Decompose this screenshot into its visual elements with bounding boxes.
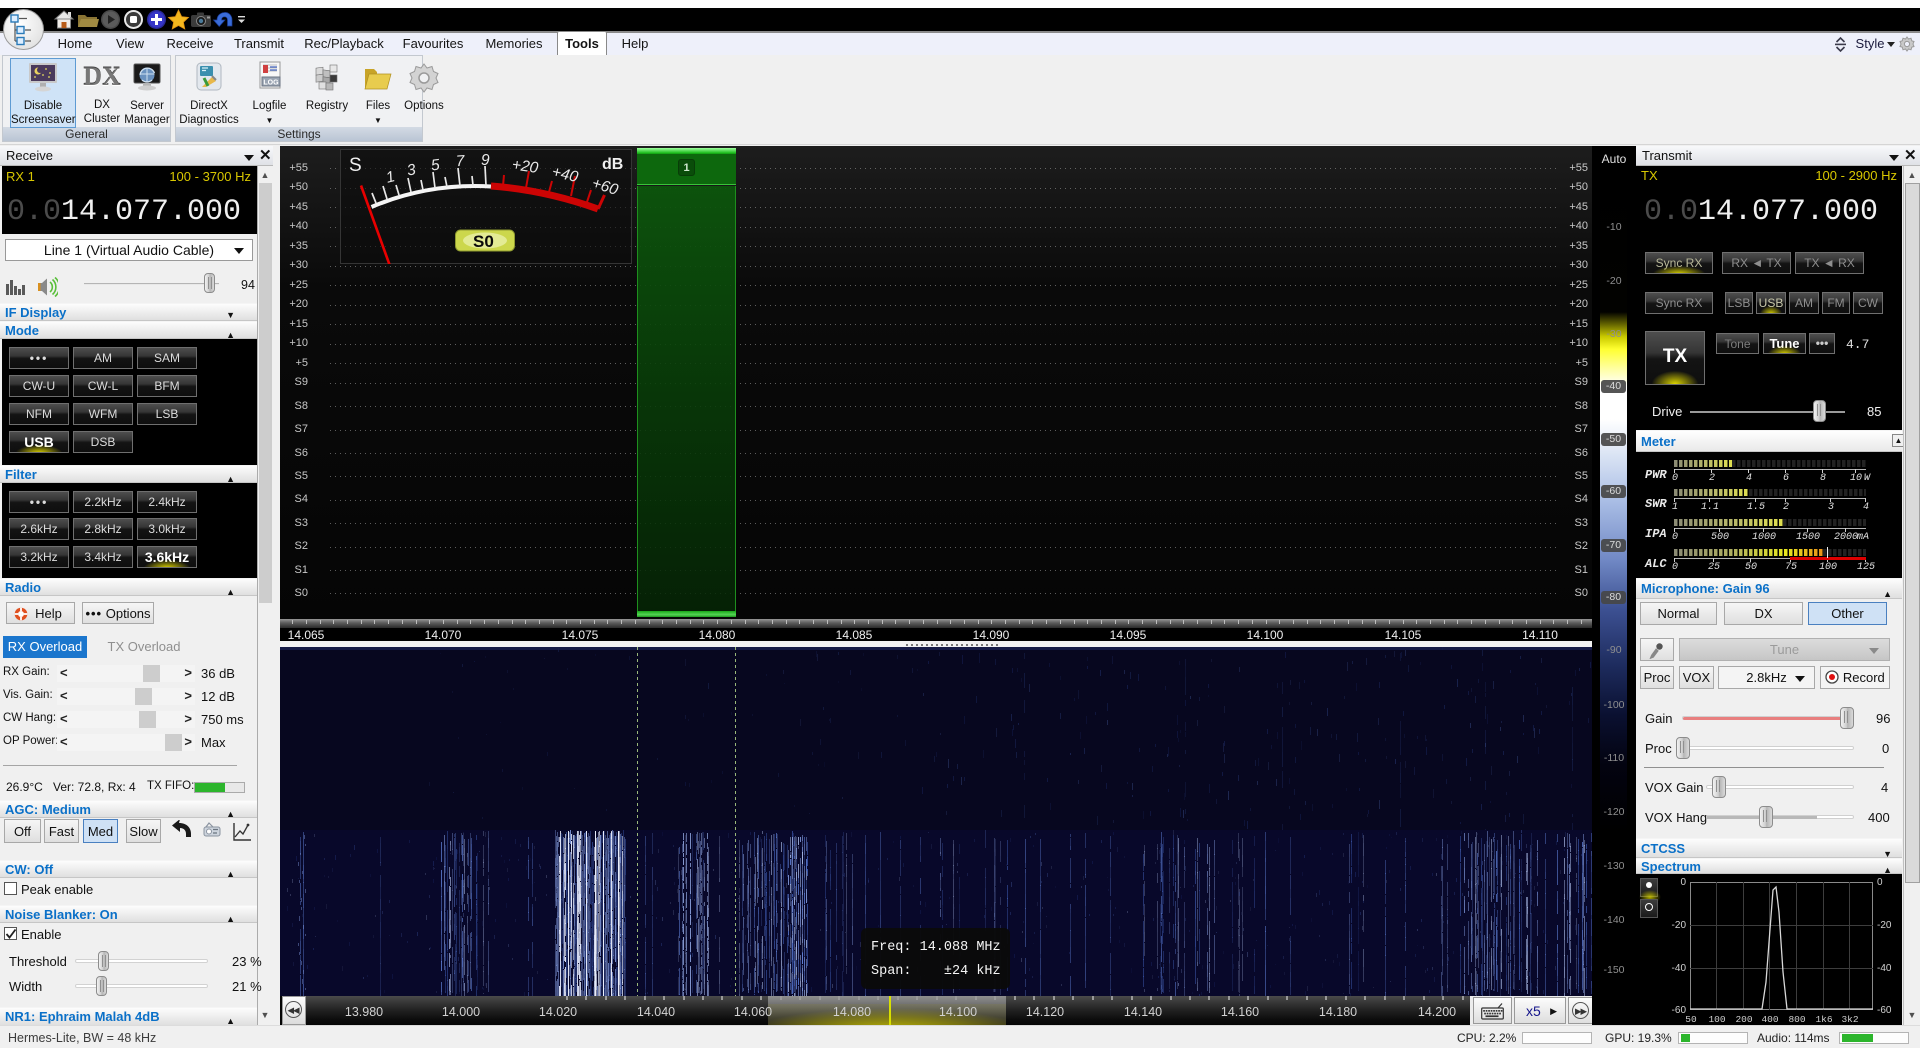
svg-text:S0: S0 <box>473 232 494 251</box>
svg-text:9: 9 <box>481 152 490 169</box>
svg-text:dB: dB <box>602 156 623 173</box>
svg-text:LOG: LOG <box>263 80 279 87</box>
svg-text:S: S <box>349 155 362 176</box>
